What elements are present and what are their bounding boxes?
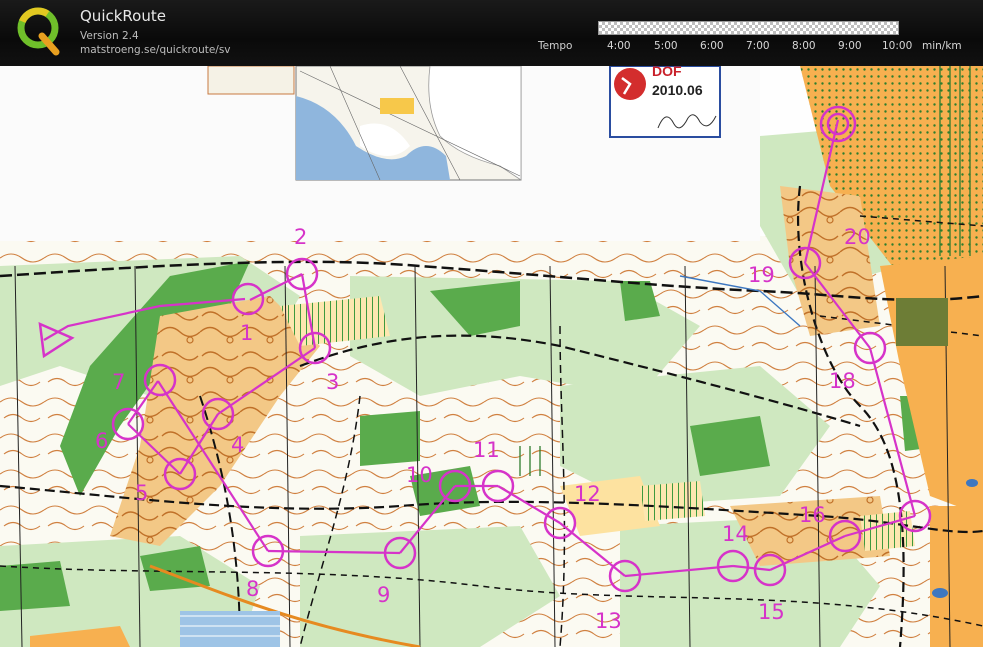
orienteering-map[interactable]: DOF 2010.06 1 2 3 4 5 6 7 8 9 10 11 12 1… — [0, 66, 983, 647]
pace-scale-label: Tempo — [538, 40, 573, 52]
badge-date: 2010.06 — [652, 82, 703, 98]
header-bar: QuickRoute Version 2.4 matstroeng.se/qui… — [0, 0, 983, 66]
control-label: 7 — [112, 370, 125, 394]
pace-tick: 9:00 — [838, 40, 862, 52]
control-label: 18 — [829, 369, 856, 393]
pace-tick: 5:00 — [654, 40, 678, 52]
building-area — [896, 298, 948, 346]
pace-unit: min/km — [922, 40, 962, 52]
control-label: 20 — [844, 225, 871, 249]
control-label: 11 — [473, 438, 500, 462]
pace-tick: 7:00 — [746, 40, 770, 52]
control-label: 1 — [240, 321, 253, 345]
control-label: 10 — [406, 463, 433, 487]
quickroute-logo-icon — [17, 7, 60, 56]
control-label: 5 — [135, 481, 148, 505]
pace-color-bar — [598, 21, 899, 35]
pace-tick: 4:00 — [607, 40, 631, 52]
control-label: 16 — [799, 503, 826, 527]
control-label: 14 — [722, 522, 749, 546]
control-label: 4 — [231, 433, 244, 457]
control-label: 2 — [294, 225, 307, 249]
event-badge: DOF 2010.06 — [609, 66, 721, 138]
control-label: 8 — [246, 577, 259, 601]
app-version: Version 2.4 — [80, 30, 139, 42]
badge-title: DOF — [652, 66, 682, 79]
app-url-link[interactable]: matstroeng.se/quickroute/sv — [80, 44, 231, 56]
app-title: QuickRoute — [80, 7, 166, 25]
control-label: 13 — [595, 609, 622, 633]
control-label: 6 — [95, 429, 108, 453]
control-label: 12 — [574, 482, 601, 506]
control-label: 19 — [748, 263, 775, 287]
control-label: 3 — [326, 370, 339, 394]
control-label: 9 — [377, 583, 390, 607]
pace-tick: 6:00 — [700, 40, 724, 52]
pace-tick: 8:00 — [792, 40, 816, 52]
pace-tick: 10:00 — [882, 40, 913, 52]
control-label: 15 — [758, 600, 785, 624]
